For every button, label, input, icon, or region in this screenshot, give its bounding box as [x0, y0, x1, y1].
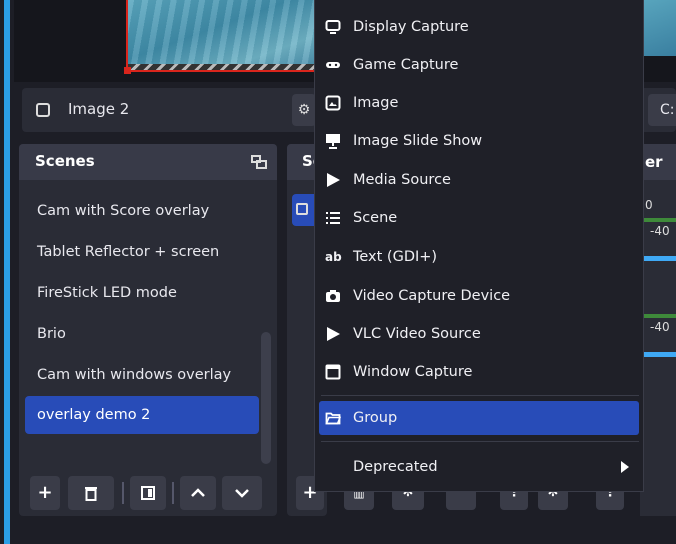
menu-item-label: Media Source: [353, 172, 451, 188]
menu-item-label: Group: [353, 410, 398, 426]
remove-scene-button[interactable]: [68, 476, 114, 510]
add-source-context-menu: Display Capture Game Capture Image Image…: [314, 0, 644, 492]
mixer-level-label: 0: [645, 198, 653, 212]
mixer-title: er: [645, 153, 663, 171]
window-icon: [325, 364, 341, 380]
image-icon: [325, 95, 341, 111]
scene-item-selected[interactable]: overlay demo 2: [25, 396, 259, 434]
monitor-icon: [325, 19, 341, 35]
toolbar-separator: [122, 482, 124, 504]
menu-item-window-capture[interactable]: Window Capture: [319, 355, 639, 389]
menu-item-label: Video Capture Device: [353, 288, 511, 304]
image-icon: [296, 203, 308, 215]
toolbar-separator: [172, 482, 174, 504]
undock-icon[interactable]: [251, 155, 267, 169]
selection-hatch: [128, 64, 344, 70]
folder-icon: [325, 410, 342, 426]
menu-item-text-gdi[interactable]: ab Text (GDI+): [319, 240, 639, 274]
add-scene-button[interactable]: +: [30, 476, 60, 510]
menu-item-vlc-video-source[interactable]: VLC Video Source: [319, 317, 639, 351]
play-icon: [325, 326, 341, 342]
menu-item-display-capture[interactable]: Display Capture: [319, 10, 639, 44]
mixer-scale-label: -40: [650, 224, 670, 238]
menu-item-label: Text (GDI+): [353, 249, 438, 265]
menu-item-label: Scene: [353, 210, 398, 226]
scene-filters-button[interactable]: [130, 476, 166, 510]
chevron-down-icon: [235, 489, 249, 498]
camera-icon: [325, 288, 341, 304]
scenes-header: Scenes: [19, 144, 277, 180]
slideshow-icon: [325, 133, 341, 149]
chevron-up-icon: [191, 488, 205, 497]
text-icon: ab: [325, 250, 342, 264]
menu-item-group[interactable]: Group: [319, 401, 639, 435]
menu-item-game-capture[interactable]: Game Capture: [319, 48, 639, 82]
left-edge: [0, 0, 10, 544]
play-icon: [325, 172, 341, 188]
trash-icon: [85, 487, 97, 501]
scenes-scrollbar[interactable]: [261, 332, 271, 464]
mixer-level-bar: [640, 314, 676, 318]
filter-icon: [141, 486, 155, 500]
preview-image-source[interactable]: [124, 0, 348, 74]
side-stripe: [4, 0, 10, 544]
list-icon: [325, 210, 341, 226]
menu-item-image-slide-show[interactable]: Image Slide Show: [319, 124, 639, 158]
scene-item[interactable]: Tablet Reflector + screen: [25, 233, 259, 271]
path-field[interactable]: C:: [648, 94, 676, 126]
menu-item-label: Image Slide Show: [353, 133, 483, 149]
menu-item-media-source[interactable]: Media Source: [319, 163, 639, 197]
mixer-scale-label: -40: [650, 320, 670, 334]
volume-slider[interactable]: [640, 256, 676, 261]
menu-separator: [321, 395, 639, 396]
resize-handle[interactable]: [124, 67, 131, 74]
menu-item-label: Window Capture: [353, 364, 473, 380]
source-item-selected[interactable]: [292, 194, 316, 226]
image-icon: [36, 103, 50, 117]
menu-item-scene[interactable]: Scene: [319, 201, 639, 235]
menu-item-image[interactable]: Image: [319, 86, 639, 120]
move-scene-down-button[interactable]: [222, 476, 262, 510]
menu-item-video-capture-device[interactable]: Video Capture Device: [319, 279, 639, 313]
menu-item-label: Display Capture: [353, 19, 469, 35]
scene-item[interactable]: Brio: [25, 315, 259, 353]
menu-separator: [321, 441, 639, 442]
menu-item-label: Game Capture: [353, 57, 459, 73]
properties-button[interactable]: ⚙: [292, 94, 316, 126]
gamepad-icon: [325, 57, 341, 73]
menu-item-label: Image: [353, 95, 399, 111]
scene-item[interactable]: FireStick LED mode: [25, 274, 259, 312]
scene-item[interactable]: Cam with Score overlay: [25, 192, 259, 230]
move-scene-up-button[interactable]: [180, 476, 216, 510]
volume-slider[interactable]: [640, 352, 676, 357]
submenu-arrow-icon: [621, 461, 629, 473]
scenes-title: Scenes: [35, 152, 95, 170]
scene-item[interactable]: Cam with windows overlay: [25, 356, 259, 394]
menu-item-label: Deprecated: [353, 459, 438, 475]
mixer-level-bar: [640, 218, 676, 222]
selected-source-label: Image 2: [68, 100, 130, 118]
menu-item-label: VLC Video Source: [353, 326, 481, 342]
menu-item-deprecated[interactable]: Deprecated: [319, 450, 639, 484]
